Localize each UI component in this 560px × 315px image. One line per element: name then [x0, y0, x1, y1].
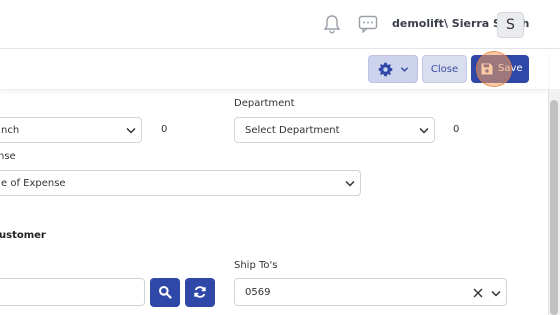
expense-label: nse	[0, 151, 16, 162]
settings-dropdown-button[interactable]	[368, 55, 418, 83]
department-label: Department	[234, 98, 295, 109]
bell-icon[interactable]	[323, 14, 341, 34]
close-button[interactable]: Close	[422, 55, 467, 83]
search-icon	[159, 286, 172, 299]
customer-section-title: ustomer	[0, 230, 46, 241]
expense-select-value: e of Expense	[1, 178, 66, 189]
chevron-down-icon	[345, 180, 355, 187]
customer-input[interactable]	[0, 278, 145, 306]
avatar[interactable]: S	[497, 12, 524, 38]
expense-type-select[interactable]: e of Expense	[0, 170, 361, 196]
chevron-down-icon	[126, 127, 136, 134]
chevron-down-icon[interactable]	[491, 289, 501, 298]
ship-to-select[interactable]: 0569	[234, 278, 507, 306]
refresh-button[interactable]	[185, 278, 215, 307]
ship-to-label: Ship To's	[234, 260, 278, 271]
chat-icon[interactable]	[358, 15, 378, 33]
branch-count: 0	[161, 124, 168, 135]
department-select-value: Select Department	[245, 125, 340, 136]
refresh-icon	[194, 286, 206, 298]
chevron-down-icon	[400, 67, 409, 72]
department-select[interactable]: Select Department	[234, 117, 435, 143]
gear-icon	[378, 62, 393, 77]
search-button[interactable]	[150, 278, 180, 307]
scrollbar-thumb[interactable]	[550, 100, 558, 315]
department-count: 0	[453, 124, 460, 135]
top-header: demolift\ Sierra Smith S	[0, 0, 560, 49]
branch-select-value: nch	[1, 125, 20, 136]
chevron-down-icon	[419, 127, 429, 134]
click-highlight	[476, 51, 512, 87]
branch-select[interactable]: nch	[0, 117, 142, 143]
clear-icon[interactable]	[473, 288, 483, 298]
ship-to-value: 0569	[245, 287, 271, 298]
